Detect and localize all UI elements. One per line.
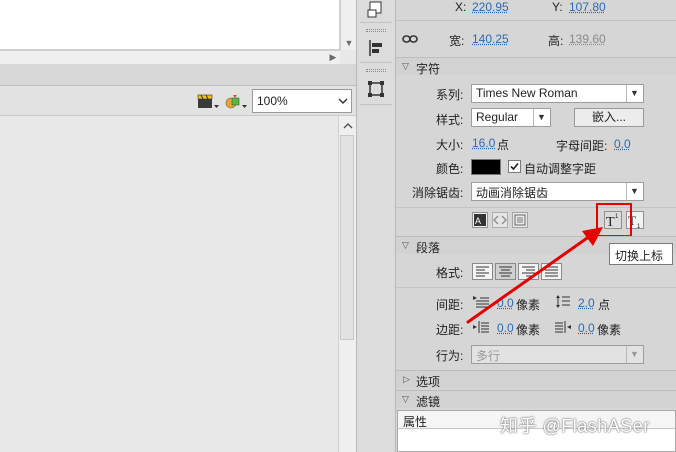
letter-spacing-value[interactable]: 0.0 xyxy=(614,137,631,151)
antialias-select[interactable]: 动画消除锯齿 xyxy=(471,182,644,201)
stage-canvas[interactable] xyxy=(0,116,338,452)
scroll-down-arrow-icon[interactable]: ▼ xyxy=(344,38,354,48)
timeline-canvas xyxy=(0,0,340,50)
auto-kern-checkbox[interactable] xyxy=(508,160,521,173)
info-panel-icon[interactable] xyxy=(366,79,386,99)
superscript-tooltip: 切换上标 xyxy=(609,243,673,265)
height-value: 139.60 xyxy=(569,32,606,46)
zoom-value: 100% xyxy=(257,94,288,108)
link-chain-icon[interactable] xyxy=(402,33,418,45)
chevron-down-icon[interactable]: ▼ xyxy=(626,85,642,102)
chevron-down-icon[interactable]: ▼ xyxy=(626,183,642,200)
tooltip-text: 切换上标 xyxy=(615,249,664,263)
size-label: 大小: xyxy=(436,138,464,152)
chevron-down-icon[interactable]: ▼ xyxy=(626,346,642,363)
annotation-arrow-icon xyxy=(466,227,603,324)
behavior-select[interactable]: 多行 xyxy=(471,345,644,364)
drag-grip-icon[interactable] xyxy=(366,29,386,32)
font-family-value: Times New Roman xyxy=(476,86,578,100)
strip-divider xyxy=(360,62,392,63)
color-label: 颜色: xyxy=(436,162,464,176)
antialias-label: 消除锯齿: xyxy=(412,186,464,200)
stage-edit-bar xyxy=(0,64,356,86)
x-value[interactable]: 220.95 xyxy=(472,0,509,14)
checkmark-icon xyxy=(510,162,519,171)
antialias-value: 动画消除锯齿 xyxy=(476,186,549,200)
drag-grip-icon[interactable] xyxy=(366,69,386,72)
strip-divider xyxy=(360,104,392,105)
font-style-value: Regular xyxy=(476,110,519,124)
style-label: 样式: xyxy=(436,113,464,127)
expanded-triangle-icon: ▽ xyxy=(402,394,409,404)
font-size-value[interactable]: 16.0 xyxy=(472,136,495,150)
family-label: 系列: xyxy=(436,88,464,102)
timeline-horizontal-scrollbar[interactable]: ▶ xyxy=(0,50,340,64)
transform-icon[interactable] xyxy=(366,0,386,20)
edit-scene-icon[interactable] xyxy=(196,92,220,112)
filters-section-title: 滤镜 xyxy=(416,395,441,409)
auto-kern-label: 自动调整字距 xyxy=(524,162,597,176)
scroll-right-arrow-icon[interactable]: ▶ xyxy=(328,52,338,62)
character-section-header[interactable]: ▽ 字符 xyxy=(396,57,676,76)
options-section-header[interactable]: ▷ 选项 xyxy=(396,370,676,389)
behavior-value: 多行 xyxy=(476,349,501,363)
y-value[interactable]: 107.80 xyxy=(569,0,606,14)
watermark: 知乎 @FlashASer xyxy=(500,416,650,436)
divider xyxy=(396,20,676,21)
behavior-label: 行为: xyxy=(436,349,464,363)
property-column-header: 属性 xyxy=(403,415,428,429)
scrollbar-thumb[interactable] xyxy=(340,135,354,340)
y-label: Y: xyxy=(552,0,563,14)
scroll-up-arrow-icon[interactable] xyxy=(342,120,354,130)
font-family-select[interactable]: Times New Roman xyxy=(471,84,644,103)
width-value[interactable]: 140.25 xyxy=(472,32,509,46)
text-color-swatch[interactable] xyxy=(471,159,501,175)
embed-button[interactable]: 嵌入... xyxy=(574,108,644,127)
strip-divider xyxy=(360,22,392,23)
expanded-triangle-icon: ▽ xyxy=(402,240,409,250)
divider xyxy=(396,207,676,208)
character-section-title: 字符 xyxy=(416,62,441,76)
x-label: X: xyxy=(455,0,467,14)
font-size-unit: 点 xyxy=(497,138,510,152)
timeline-vertical-scrollbar[interactable]: ▼ xyxy=(340,0,356,50)
filters-section-header[interactable]: ▽ 滤镜 xyxy=(396,390,676,409)
width-label: 宽: xyxy=(449,34,465,48)
panel-icon-strip xyxy=(356,0,396,452)
paragraph-section-title: 段落 xyxy=(416,241,441,255)
letter-spacing-label: 字母间距: xyxy=(556,139,608,153)
options-section-title: 选项 xyxy=(416,375,441,389)
chevron-down-icon[interactable]: ▼ xyxy=(533,109,549,126)
edit-symbols-icon[interactable] xyxy=(224,92,248,112)
collapsed-triangle-icon: ▷ xyxy=(403,374,410,384)
chevron-down-icon[interactable] xyxy=(337,95,349,107)
height-label: 高: xyxy=(548,34,564,48)
align-panel-icon[interactable] xyxy=(366,38,386,58)
expanded-triangle-icon: ▽ xyxy=(402,61,409,71)
svg-text:1: 1 xyxy=(637,224,641,228)
